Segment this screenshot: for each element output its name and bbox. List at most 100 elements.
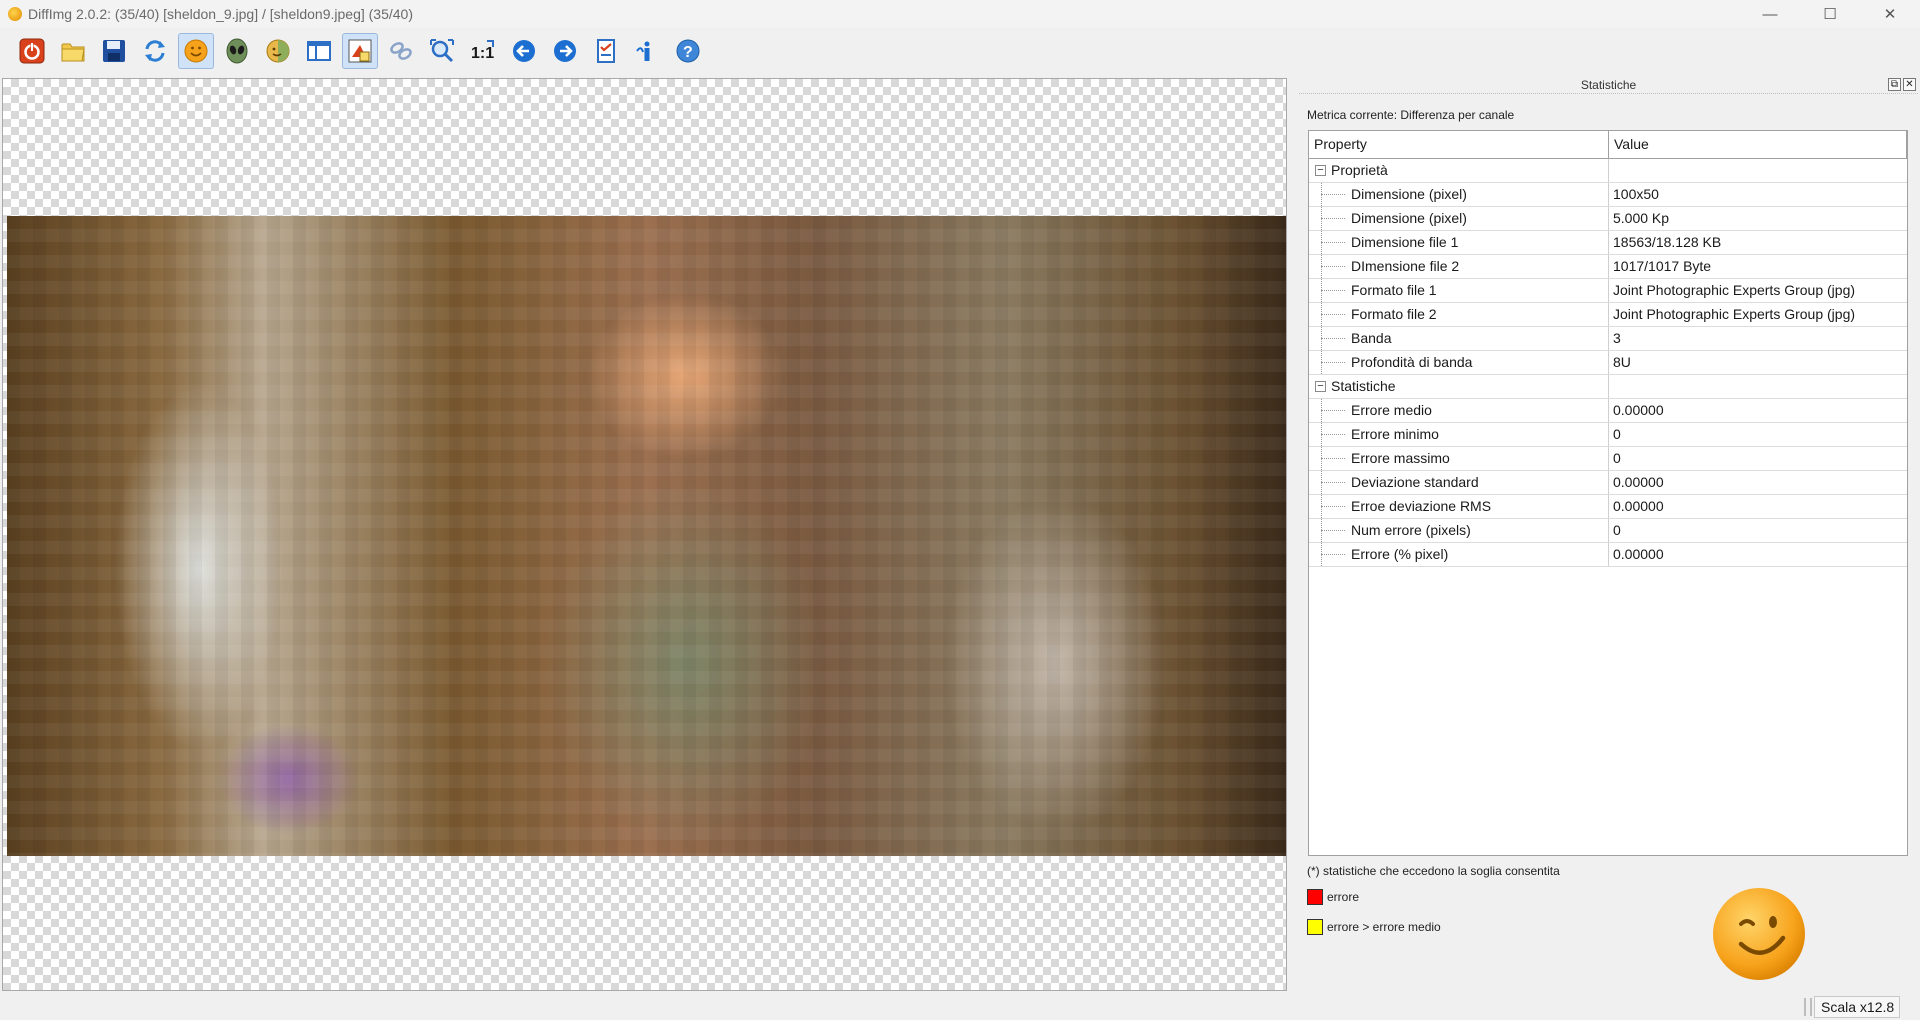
smiley-alt-icon: [266, 39, 290, 63]
info-icon: [636, 41, 650, 61]
tree-guide-branch: [1321, 458, 1345, 459]
property-name: Deviazione standard: [1309, 471, 1609, 494]
table-body: − Proprietà Dimensione (pixel) 100x50 Dimens…: [1309, 159, 1907, 567]
status-bar: Scala x12.8: [0, 993, 1920, 1020]
statistics-panel: Statistiche ⧉ ✕ Metrica corrente: Differ…: [1299, 78, 1918, 991]
previous-button[interactable]: [506, 33, 542, 69]
table-row[interactable]: Formato file 2 Joint Photographic Experts…: [1309, 303, 1907, 327]
save-button[interactable]: [96, 33, 132, 69]
table-row[interactable]: Errore massimo 0: [1309, 447, 1907, 471]
table-row[interactable]: Dimensione (pixel) 5.000 Kp: [1309, 207, 1907, 231]
property-label: Profondità di banda: [1351, 354, 1473, 370]
column-header-value[interactable]: Value: [1609, 131, 1907, 158]
table-row[interactable]: Errore medio 0.00000: [1309, 399, 1907, 423]
table-row[interactable]: Errore minimo 0: [1309, 423, 1907, 447]
collapse-icon[interactable]: −: [1315, 381, 1326, 392]
smiley-mode-button[interactable]: [178, 33, 214, 69]
tree-guide-branch: [1321, 338, 1345, 339]
link-icon: [390, 42, 412, 60]
property-value: 0.00000: [1613, 546, 1664, 562]
scale-indicator: Scala x12.8: [1814, 996, 1900, 1018]
property-label: Errore medio: [1351, 402, 1432, 418]
table-row[interactable]: Dimensione file 1 18563/18.128 KB: [1309, 231, 1907, 255]
property-value: 0: [1613, 522, 1621, 538]
property-label: Erroe deviazione RMS: [1351, 498, 1492, 514]
tree-guide-branch: [1321, 242, 1345, 243]
table-row[interactable]: Num errore (pixels) 0: [1309, 519, 1907, 543]
property-value: 0: [1613, 426, 1621, 442]
property-name: Errore minimo: [1309, 423, 1609, 446]
float-panel-button[interactable]: ⧉: [1888, 78, 1901, 91]
info-button[interactable]: [629, 33, 665, 69]
property-name: Formato file 1: [1309, 279, 1609, 302]
zoom-fit-button[interactable]: [424, 33, 460, 69]
table-row[interactable]: Errore (% pixel) 0.00000: [1309, 543, 1907, 567]
property-value: 0.00000: [1613, 474, 1664, 490]
table-row[interactable]: Deviazione standard 0.00000: [1309, 471, 1907, 495]
property-value: 0.00000: [1613, 402, 1664, 418]
highlight-diff-button[interactable]: [342, 33, 378, 69]
collapse-icon[interactable]: −: [1315, 165, 1326, 176]
legend-swatch: [1307, 919, 1323, 935]
smiley-alt-button[interactable]: [260, 33, 296, 69]
group-value: [1609, 159, 1907, 182]
next-button[interactable]: [547, 33, 583, 69]
property-value: 8U: [1613, 354, 1631, 370]
tree-guide-branch: [1321, 410, 1345, 411]
close-window-button[interactable]: ✕: [1860, 0, 1920, 28]
refresh-button[interactable]: [137, 33, 173, 69]
column-header-property[interactable]: Property: [1309, 131, 1609, 158]
resize-grip[interactable]: [1804, 998, 1812, 1016]
window-title: DiffImg 2.0.2: (35/40) [sheldon_9.jpg] /…: [28, 6, 413, 22]
tree-guide-branch: [1321, 194, 1345, 195]
link-button[interactable]: [383, 33, 419, 69]
legend-item-error-above-mean: errore > errore medio: [1307, 919, 1441, 935]
group-label: Proprietà: [1331, 162, 1388, 178]
table-row[interactable]: Dimensione (pixel) 100x50: [1309, 183, 1907, 207]
previous-icon: [513, 40, 535, 62]
window-controls: — ☐ ✕: [1740, 0, 1920, 28]
property-name: DImensione file 2: [1309, 255, 1609, 278]
threshold-note: (*) statistiche che eccedono la soglia c…: [1307, 864, 1560, 878]
property-value: Joint Photographic Experts Group (jpg): [1613, 282, 1856, 298]
tree-guide-branch: [1321, 530, 1345, 531]
table-header: Property Value: [1309, 131, 1907, 159]
split-view-button[interactable]: [301, 33, 337, 69]
svg-text:?: ?: [683, 44, 693, 61]
zoom-fit-icon: [430, 39, 454, 63]
table-row[interactable]: Banda 3: [1309, 327, 1907, 351]
group-name: − Statistiche: [1309, 375, 1609, 398]
minimize-button[interactable]: —: [1740, 0, 1800, 28]
table-group-row[interactable]: − Statistiche: [1309, 375, 1907, 399]
close-panel-button[interactable]: ✕: [1903, 78, 1916, 91]
tree-guide-branch: [1321, 554, 1345, 555]
help-button[interactable]: ?: [670, 33, 706, 69]
save-icon: [103, 40, 125, 62]
refresh-icon: [145, 40, 165, 62]
power-button[interactable]: [14, 33, 50, 69]
property-label: Dimensione (pixel): [1351, 210, 1467, 226]
table-row[interactable]: Erroe deviazione RMS 0.00000: [1309, 495, 1907, 519]
maximize-button[interactable]: ☐: [1800, 0, 1860, 28]
table-row[interactable]: Formato file 1 Joint Photographic Experts…: [1309, 279, 1907, 303]
toolbar: 1:1 ?: [0, 30, 1920, 72]
table-row[interactable]: Profondità di banda 8U: [1309, 351, 1907, 375]
property-name: Profondità di banda: [1309, 351, 1609, 374]
checklist-button[interactable]: [588, 33, 624, 69]
open-folder-button[interactable]: [55, 33, 91, 69]
property-name: Errore massimo: [1309, 447, 1609, 470]
tree-guide-branch: [1321, 314, 1345, 315]
current-metric: Metrica corrente: Differenza per canale: [1307, 108, 1515, 122]
pixel-grid-overlay: [7, 216, 1286, 856]
table-group-row[interactable]: − Proprietà: [1309, 159, 1907, 183]
alien-icon: [226, 38, 248, 64]
table-row[interactable]: DImensione file 2 1017/1017 Byte: [1309, 255, 1907, 279]
checklist-icon: [597, 39, 615, 63]
property-table[interactable]: Property Value − Proprietà Dimensione (pix…: [1308, 130, 1908, 856]
image-viewer[interactable]: [2, 78, 1287, 991]
property-label: Errore (% pixel): [1351, 546, 1449, 562]
compared-image[interactable]: [7, 216, 1286, 856]
zoom-actual-button[interactable]: 1:1: [465, 33, 501, 69]
property-label: Formato file 1: [1351, 282, 1437, 298]
alien-mode-button[interactable]: [219, 33, 255, 69]
